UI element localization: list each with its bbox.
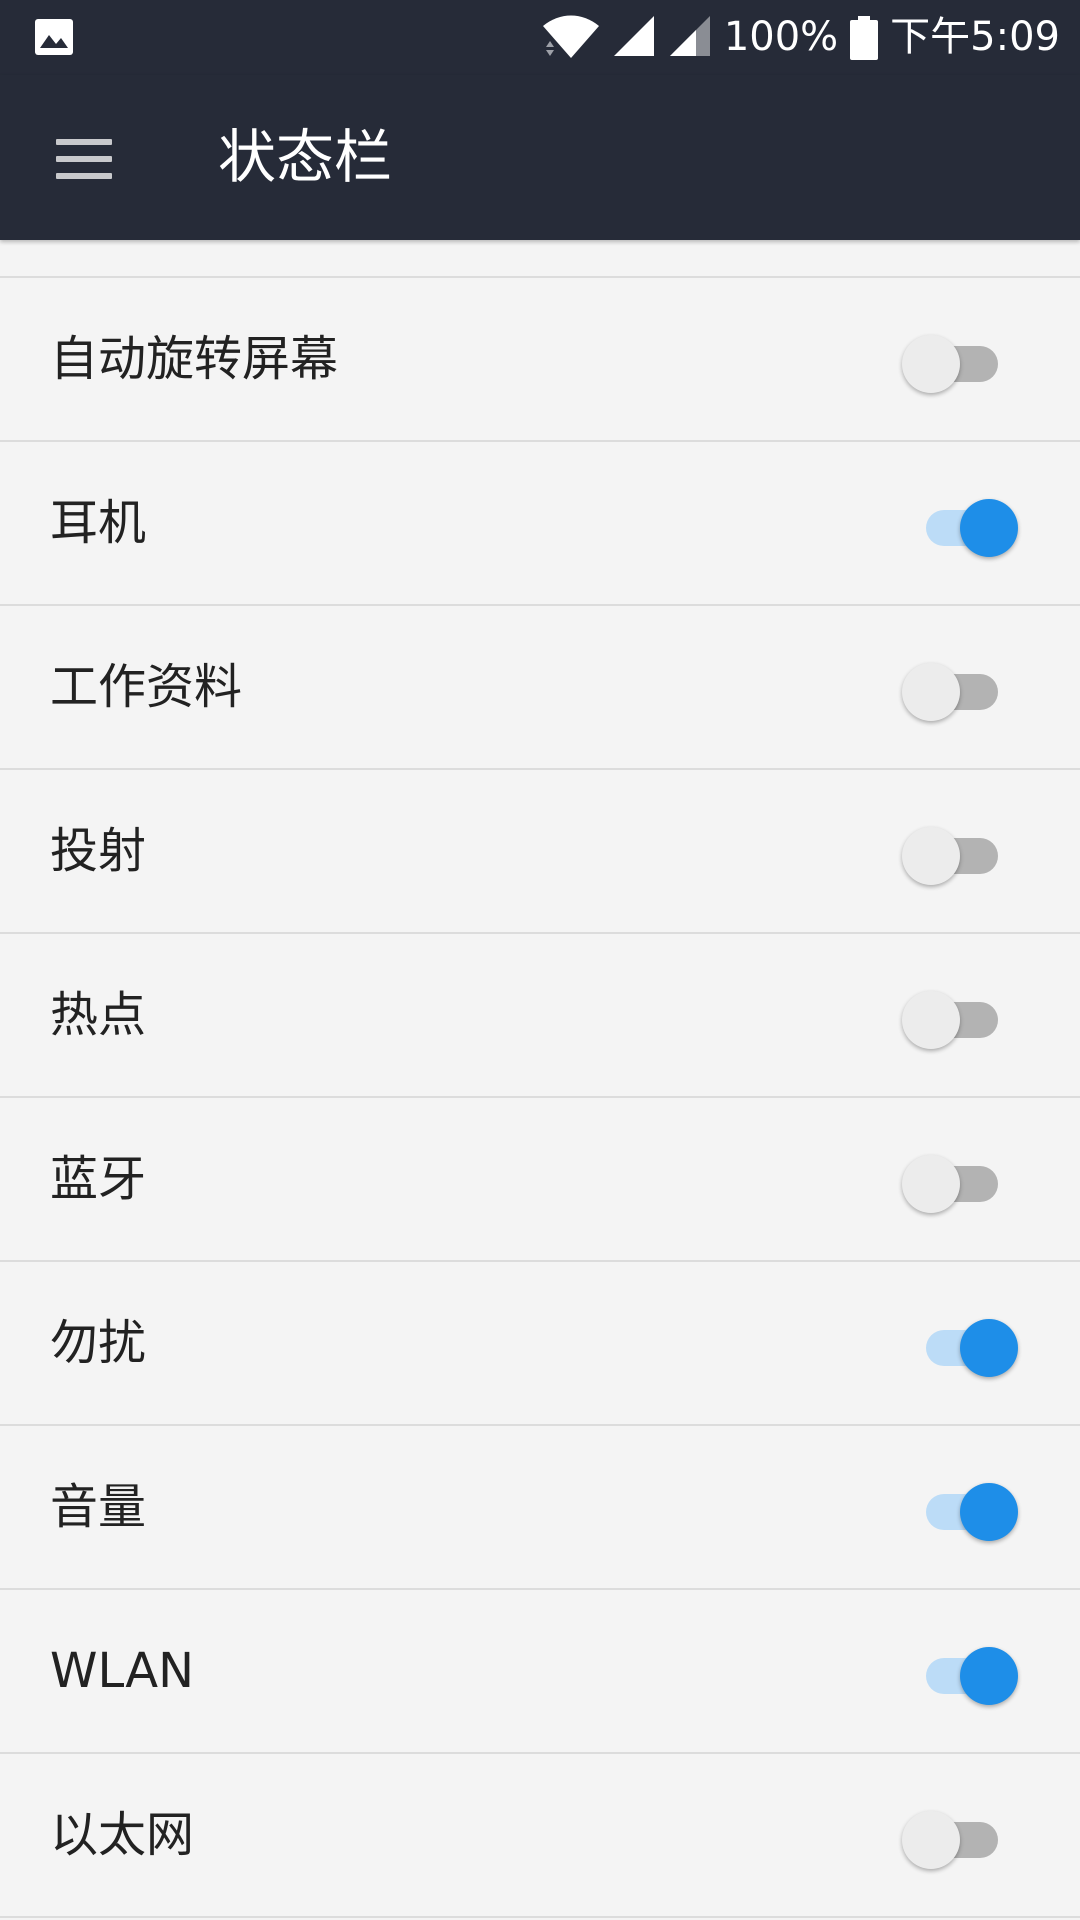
list-item-auto-rotate[interactable]: 自动旋转屏幕 [0,278,1080,442]
list-item-volume[interactable]: 音量 [0,1426,1080,1590]
battery-icon [850,15,879,60]
work-profile-toggle[interactable] [902,663,1022,721]
list-item-work-profile[interactable]: 工作资料 [0,606,1080,770]
settings-list: 自动旋转屏幕 耳机 工作资料 投射 热点 蓝牙 勿扰 音量 WLAN 以太网 [0,278,1080,1918]
toggle-thumb [960,1483,1018,1541]
ethernet-toggle[interactable] [902,1811,1022,1869]
image-icon [34,18,74,56]
list-item-headset[interactable]: 耳机 [0,442,1080,606]
screen: 100% 下午5:09 状态栏 自动旋转屏幕 耳机 工作资料 投射 热点 蓝牙 … [0,0,1080,1920]
list-item-label: 自动旋转屏幕 [50,331,339,387]
toggle-thumb [902,335,960,393]
toggle-thumb [960,499,1018,557]
list-item-label: 蓝牙 [50,1151,147,1207]
battery-percent: 100% [723,14,839,60]
list-item-label: WLAN [50,1643,195,1699]
headset-toggle[interactable] [902,499,1022,557]
list-item-hotspot[interactable]: 热点 [0,934,1080,1098]
wlan-toggle[interactable] [902,1647,1022,1705]
wifi-icon [542,14,600,62]
list-item-wlan[interactable]: WLAN [0,1590,1080,1754]
app-bar: 状态栏 [0,75,1080,240]
toggle-thumb [902,663,960,721]
list-item-bluetooth[interactable]: 蓝牙 [0,1098,1080,1262]
list-item-ethernet[interactable]: 以太网 [0,1754,1080,1918]
toggle-thumb [960,1319,1018,1377]
list-item-label: 工作资料 [50,659,243,715]
volume-toggle[interactable] [902,1483,1022,1541]
toggle-thumb [902,827,960,885]
menu-icon [56,139,112,179]
hotspot-toggle[interactable] [902,991,1022,1049]
auto-rotate-toggle[interactable] [902,335,1022,393]
toggle-thumb [902,991,960,1049]
do-not-disturb-toggle[interactable] [902,1319,1022,1377]
toggle-thumb [902,1811,960,1869]
status-time: 下午5:09 [890,14,1060,60]
list-item-label: 勿扰 [50,1315,147,1371]
list-item-cast[interactable]: 投射 [0,770,1080,934]
list-item-do-not-disturb[interactable]: 勿扰 [0,1262,1080,1426]
signal-icon [668,14,712,62]
list-item-label: 热点 [50,987,147,1043]
bluetooth-toggle[interactable] [902,1155,1022,1213]
status-icons: 100% 下午5:09 [542,0,1060,75]
page-title: 状态栏 [218,123,393,191]
list-item-label: 音量 [50,1479,147,1535]
cast-toggle[interactable] [902,827,1022,885]
toggle-thumb [902,1155,960,1213]
list-item-label: 耳机 [50,495,147,551]
signal-icon [612,14,656,62]
list-item-label: 以太网 [50,1807,195,1863]
list-item-label: 投射 [50,823,147,879]
menu-button[interactable] [40,115,128,203]
status-bar: 100% 下午5:09 [0,0,1080,75]
toggle-thumb [960,1647,1018,1705]
